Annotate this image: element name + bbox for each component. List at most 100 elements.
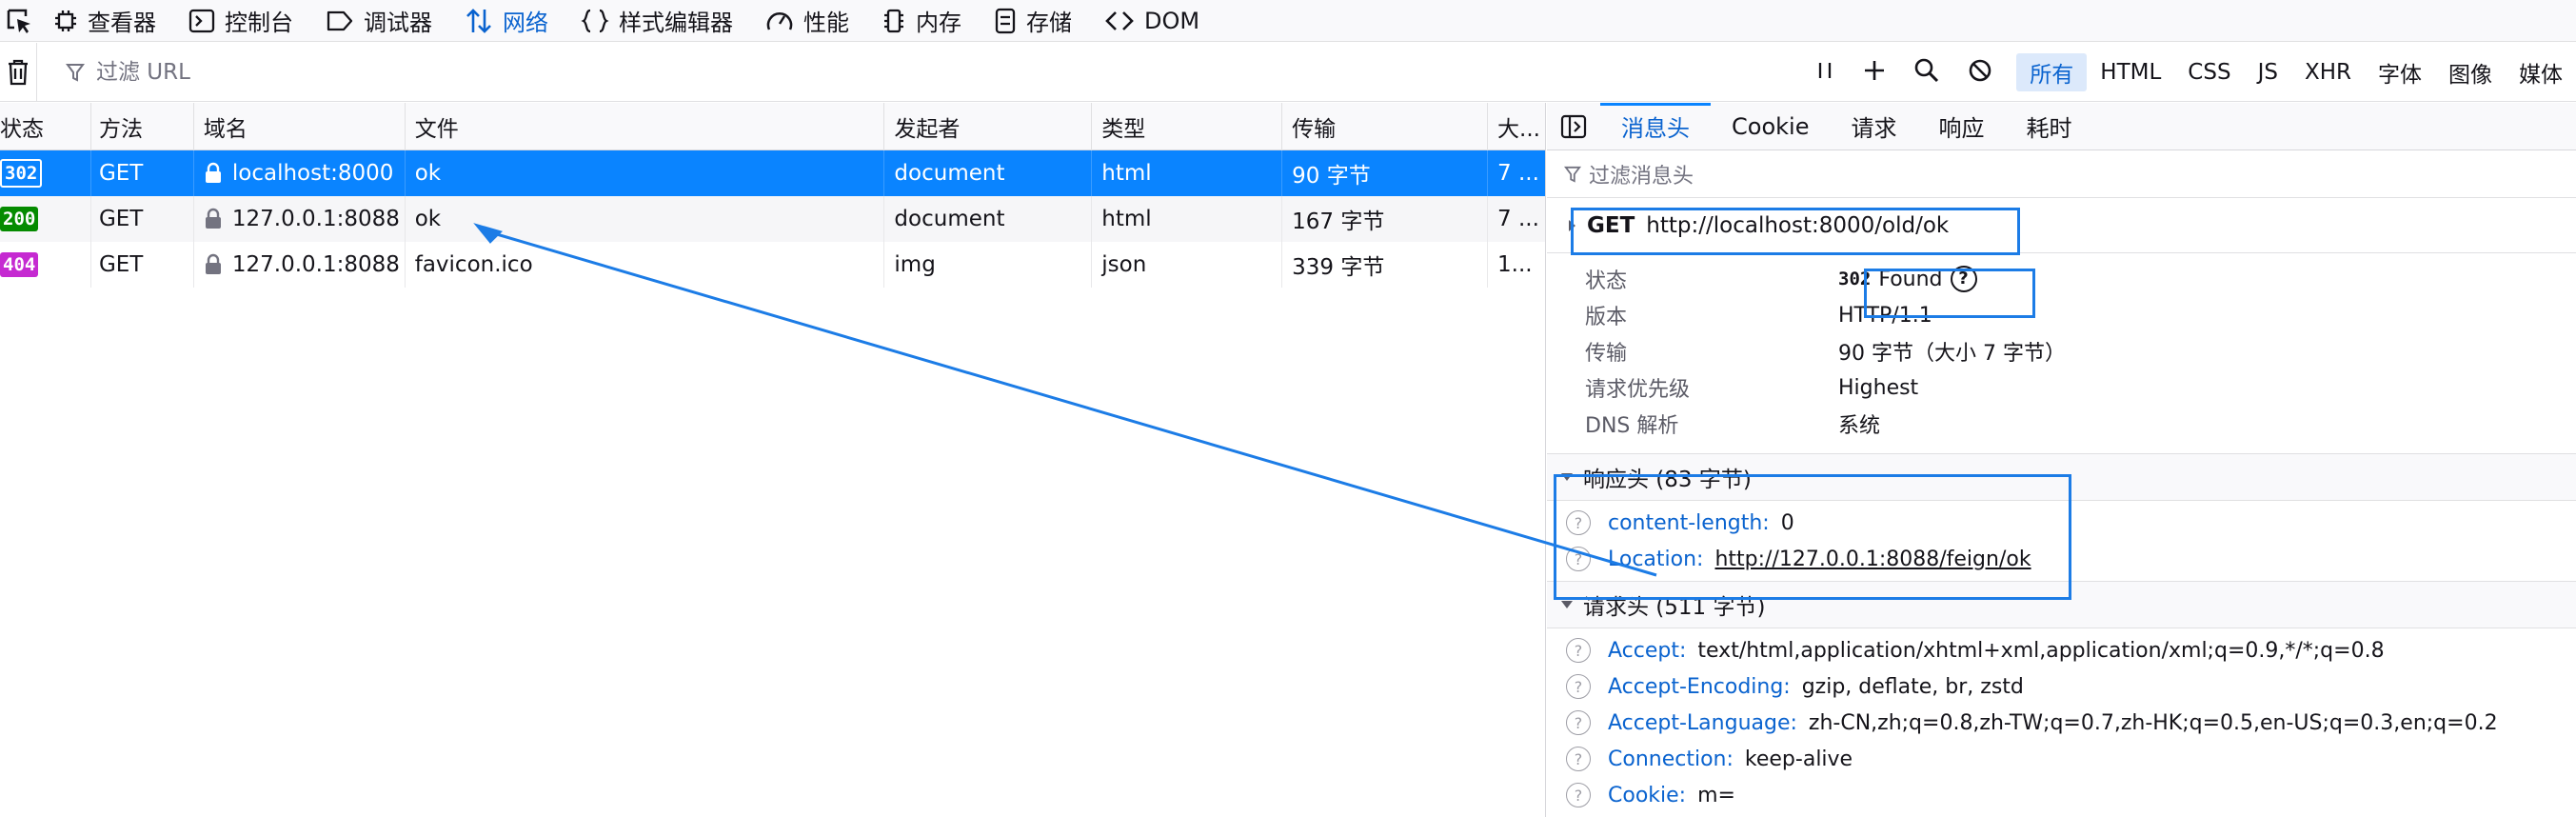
collapse-arrow-icon [1561, 601, 1573, 608]
response-headers-list: ? content-length: 0 ? Location: http://1… [1547, 501, 2576, 577]
help-icon[interactable]: ? [1566, 747, 1591, 771]
help-icon[interactable]: ? [1566, 638, 1591, 663]
initiator-cell: document [884, 150, 1093, 196]
tab-request[interactable]: 请求 [1830, 103, 1917, 150]
header-name: Accept-Encoding: [1608, 674, 1791, 699]
header-row: ? Accept-Encoding: gzip, deflate, br, zs… [1547, 668, 2576, 705]
status-text: Found [1878, 267, 1943, 291]
info-value: Highest [1838, 375, 1919, 400]
type-filter-fonts[interactable]: 字体 [2365, 53, 2435, 91]
help-icon[interactable]: ? [1950, 266, 1977, 292]
network-tools [1814, 57, 2016, 88]
status-cell: 200 [0, 196, 91, 242]
size-cell: 1... [1497, 252, 1533, 277]
request-headers-list: ? Accept: text/html,application/xhtml+xm… [1547, 628, 2576, 813]
tab-storage[interactable]: 存储 [979, 0, 1089, 42]
domain-text: 127.0.0.1:8088 [231, 207, 400, 231]
element-picker-button[interactable] [0, 0, 38, 42]
column-file[interactable]: 文件 [406, 103, 885, 150]
details-tabs: 消息头 Cookie 请求 响应 耗时 [1547, 103, 2576, 150]
table-row[interactable]: 302 GET localhost:8000 ok document html … [0, 150, 1545, 196]
table-row[interactable]: 404 GET 127.0.0.1:8088 favicon.ico img j… [0, 242, 1545, 288]
type-filter-xhr[interactable]: XHR [2291, 53, 2365, 91]
help-icon[interactable]: ? [1566, 783, 1591, 807]
header-value: zh-CN,zh;q=0.8,zh-TW;q=0.7,zh-HK;q=0.5,e… [1808, 710, 2498, 735]
header-value-link[interactable]: http://127.0.0.1:8088/feign/ok [1714, 548, 2031, 571]
header-name: Accept-Language: [1608, 710, 1797, 735]
tab-dom[interactable]: DOM [1089, 0, 1217, 42]
request-summary-url: GET http://localhost:8000/old/ok [1547, 198, 2576, 253]
headers-filter[interactable]: 过滤消息头 [1547, 150, 2576, 198]
tab-performance[interactable]: 性能 [750, 0, 866, 42]
file-cell: ok [406, 196, 885, 242]
add-request-button[interactable] [1862, 58, 1887, 87]
info-label: 请求优先级 [1585, 378, 1691, 402]
headers-filter-placeholder: 过滤消息头 [1589, 164, 1694, 189]
info-value: 302 Found ? [1838, 266, 1977, 292]
domain-cell: localhost:8000 [194, 150, 406, 196]
status-cell: 302 [0, 150, 91, 196]
help-icon[interactable]: ? [1566, 674, 1591, 699]
tab-label: 查看器 [88, 10, 156, 36]
header-name: Cookie: [1608, 783, 1687, 807]
toggle-sidebar-button[interactable] [1547, 103, 1600, 150]
request-list: 状态 方法 域名 文件 发起者 类型 传输 大... 302 GET local… [0, 103, 1546, 817]
tab-response[interactable]: 响应 [1917, 103, 2005, 150]
picker-icon [7, 9, 30, 33]
lock-icon [204, 253, 223, 276]
help-icon[interactable]: ? [1566, 510, 1591, 535]
type-filter-all[interactable]: 所有 [2016, 52, 2088, 91]
tab-inspector[interactable]: 查看器 [38, 0, 173, 42]
tab-label: 存储 [1026, 10, 1072, 36]
lock-icon [204, 162, 223, 185]
transferred-cell: 339 字节 [1282, 242, 1489, 288]
debugger-icon [327, 10, 353, 30]
expand-arrow-icon[interactable] [1568, 219, 1577, 232]
block-button[interactable] [1967, 57, 1993, 88]
url-filter-input[interactable] [94, 58, 1808, 86]
info-label: 状态 [1585, 269, 1628, 293]
filter-icon [1564, 166, 1581, 183]
tab-network[interactable]: 网络 [449, 0, 565, 42]
tab-memory[interactable]: 内存 [866, 0, 979, 42]
type-filter-html[interactable]: HTML [2087, 53, 2174, 91]
help-icon[interactable]: ? [1566, 710, 1591, 735]
column-type[interactable]: 类型 [1092, 103, 1283, 150]
search-button[interactable] [1913, 57, 1940, 88]
inspector-icon [55, 10, 76, 31]
table-row[interactable]: 200 GET 127.0.0.1:8088 ok document html … [0, 196, 1545, 242]
request-headers-toggle[interactable]: 请求头 (511 字节) [1547, 581, 2576, 628]
tab-cookies[interactable]: Cookie [1711, 103, 1830, 150]
column-initiator[interactable]: 发起者 [884, 103, 1093, 150]
type-filter-js[interactable]: JS [2245, 53, 2291, 91]
column-status[interactable]: 状态 [0, 103, 91, 150]
tab-label: 网络 [503, 10, 548, 36]
type-filter-images[interactable]: 图像 [2435, 53, 2506, 91]
pause-icon [1819, 62, 1832, 78]
performance-icon [766, 11, 793, 30]
response-headers-toggle[interactable]: 响应头 (83 字节) [1547, 453, 2576, 501]
header-value: gzip, deflate, br, zstd [1801, 674, 2024, 699]
tab-debugger[interactable]: 调试器 [310, 0, 449, 42]
header-row: ? content-length: 0 [1547, 505, 2576, 541]
pause-button[interactable] [1814, 59, 1835, 86]
type-filter-media[interactable]: 媒体 [2506, 53, 2576, 91]
request-details-panel: 消息头 Cookie 请求 响应 耗时 过滤消息头 GET http://loc… [1547, 103, 2576, 817]
type-cell: json [1092, 242, 1283, 288]
style-editor-icon [581, 9, 609, 32]
status-code: 302 [1838, 269, 1872, 289]
tab-timings[interactable]: 耗时 [2005, 103, 2092, 150]
clear-button[interactable] [0, 43, 36, 102]
column-size[interactable]: 大... [1488, 103, 1545, 150]
column-domain[interactable]: 域名 [194, 103, 406, 150]
summary-method: GET [1587, 212, 1635, 238]
column-method[interactable]: 方法 [91, 103, 194, 150]
tab-headers[interactable]: 消息头 [1600, 103, 1711, 150]
help-icon[interactable]: ? [1566, 547, 1591, 571]
tab-console[interactable]: 控制台 [173, 0, 310, 42]
tab-style-editor[interactable]: 样式编辑器 [565, 0, 750, 42]
column-transferred[interactable]: 传输 [1282, 103, 1489, 150]
domain-text: localhost:8000 [231, 161, 394, 186]
type-filter-css[interactable]: CSS [2174, 53, 2244, 91]
header-value: 0 [1780, 510, 1794, 535]
